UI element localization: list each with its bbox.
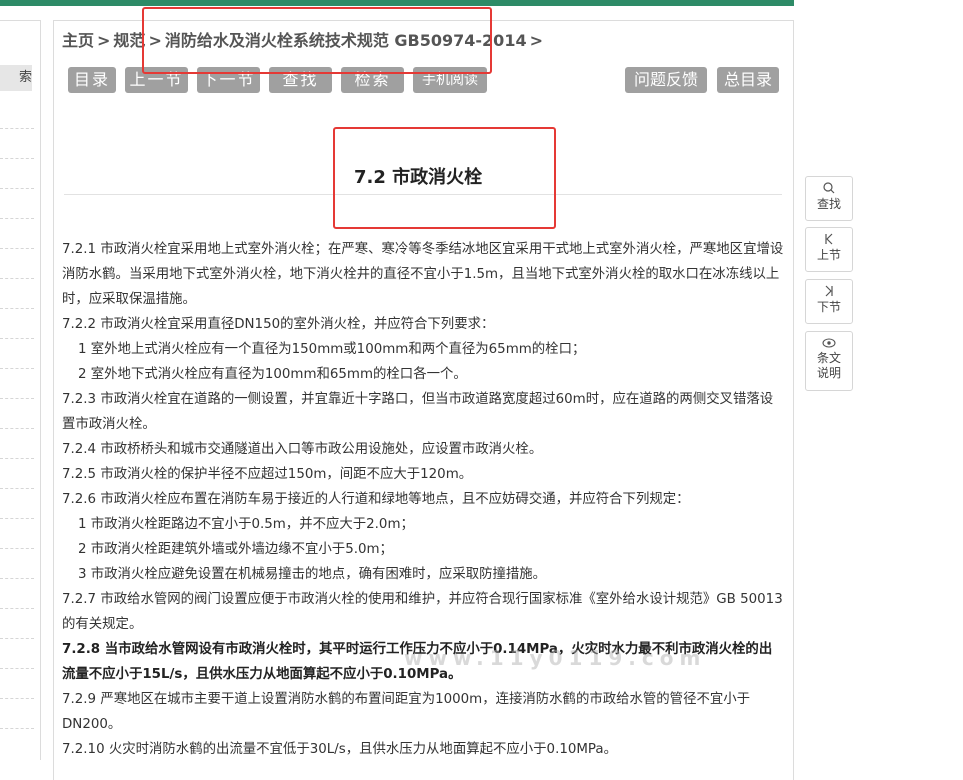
clause-paragraph: 7.2.5 市政消火栓的保护半径不应超过150m，间距不应大于120m。 (62, 467, 473, 482)
sidebar-divider (0, 188, 34, 189)
sidebar-divider (0, 278, 34, 279)
sidebar-divider (0, 338, 34, 339)
toc-button[interactable]: 目录 (68, 67, 116, 93)
sidebar-divider (0, 128, 34, 129)
breadcrumb-home-link[interactable]: 主页 (62, 31, 94, 50)
left-sidebar: 索 (0, 20, 41, 760)
sidebar-divider (0, 458, 34, 459)
sidebar-search-button[interactable]: 索 (0, 65, 32, 91)
top-accent-bar (0, 0, 794, 6)
sidebar-divider (0, 728, 34, 729)
float-prev-label: 上节 (816, 248, 841, 262)
clause-paragraph: 7.2.10 火灾时消防水鹤的出流量不宜低于30L/s，且供水压力从地面算起不应… (62, 742, 617, 757)
breadcrumb-separator: > (97, 31, 111, 50)
clause-paragraph: 7.2.3 市政消火栓宜在道路的一侧设置，并宜靠近十字路口，但当市政道路宽度超过… (62, 392, 774, 432)
clause-item: 2 市政消火栓距建筑外墙或外墙边缘不宜小于5.0m； (78, 542, 393, 557)
float-next-label: 下节 (816, 300, 841, 314)
clause-paragraph: 7.2.9 严寒地区在城市主要干道上设置消防水鹤的布置间距宜为1000m，连接消… (62, 692, 751, 732)
sidebar-divider (0, 488, 34, 489)
clause-paragraph: 7.2.2 市政消火栓宜采用直径DN150的室外消火栓，并应符合下列要求： (62, 317, 495, 332)
float-find-label: 查找 (816, 197, 841, 211)
sidebar-divider (0, 158, 34, 159)
clause-paragraph-mandatory: 7.2.8 当市政给水管网设有市政消火栓时，其平时运行工作压力不应小于0.14M… (62, 642, 773, 682)
article-body: 7.2.1 市政消火栓宜采用地上式室外消火栓；在严寒、寒冷等冬季结冰地区宜采用干… (62, 237, 784, 762)
sidebar-divider (0, 308, 34, 309)
all-toc-button[interactable]: 总目录 (717, 67, 779, 93)
float-notes-button[interactable]: 条文 说明 (805, 331, 853, 391)
breadcrumb-separator: > (529, 31, 543, 50)
sidebar-divider (0, 608, 34, 609)
highlight-box-section-title (333, 127, 556, 229)
clause-paragraph: 7.2.6 市政消火栓应布置在消防车易于接近的人行道和绿地等地点，且不应妨碍交通… (62, 492, 690, 507)
sidebar-divider (0, 368, 34, 369)
sidebar-divider (0, 638, 34, 639)
clause-item: 2 室外地下式消火栓应有直径为100mm和65mm的栓口各一个。 (78, 367, 467, 382)
clause-item: 3 市政消火栓应避免设置在机械易撞击的地点，确有困难时，应采取防撞措施。 (78, 567, 547, 582)
clause-paragraph: 7.2.1 市政消火栓宜采用地上式室外消火栓；在严寒、寒冷等冬季结冰地区宜采用干… (62, 242, 784, 307)
highlight-box-standard-title (142, 7, 492, 74)
skip-previous-icon (806, 233, 852, 248)
search-icon (806, 182, 852, 197)
sidebar-divider (0, 218, 34, 219)
breadcrumb-standards-link[interactable]: 规范 (113, 31, 145, 50)
sidebar-divider (0, 428, 34, 429)
float-next-button[interactable]: 下节 (805, 279, 853, 324)
sidebar-divider (0, 248, 34, 249)
clause-paragraph: 7.2.7 市政给水管网的阀门设置应便于市政消火栓的使用和维护，并应符合现行国家… (62, 592, 783, 632)
sidebar-divider (0, 398, 34, 399)
feedback-button[interactable]: 问题反馈 (625, 67, 707, 93)
float-notes-label: 条文 (816, 351, 841, 365)
float-notes-label: 说明 (816, 366, 841, 380)
skip-next-icon (806, 285, 852, 300)
sidebar-divider (0, 518, 34, 519)
eye-icon (806, 337, 852, 351)
clause-paragraph: 7.2.4 市政桥桥头和城市交通隧道出入口等市政公用设施处，应设置市政消火栓。 (62, 442, 543, 457)
clause-item: 1 室外地上式消火栓应有一个直径为150mm或100mm和两个直径为65mm的栓… (78, 342, 586, 357)
float-prev-button[interactable]: 上节 (805, 227, 853, 272)
sidebar-divider (0, 698, 34, 699)
sidebar-divider (0, 548, 34, 549)
sidebar-divider (0, 668, 34, 669)
clause-item: 1 市政消火栓距路边不宜小于0.5m，并不应大于2.0m； (78, 517, 414, 532)
float-find-button[interactable]: 查找 (805, 176, 853, 221)
sidebar-divider (0, 578, 34, 579)
